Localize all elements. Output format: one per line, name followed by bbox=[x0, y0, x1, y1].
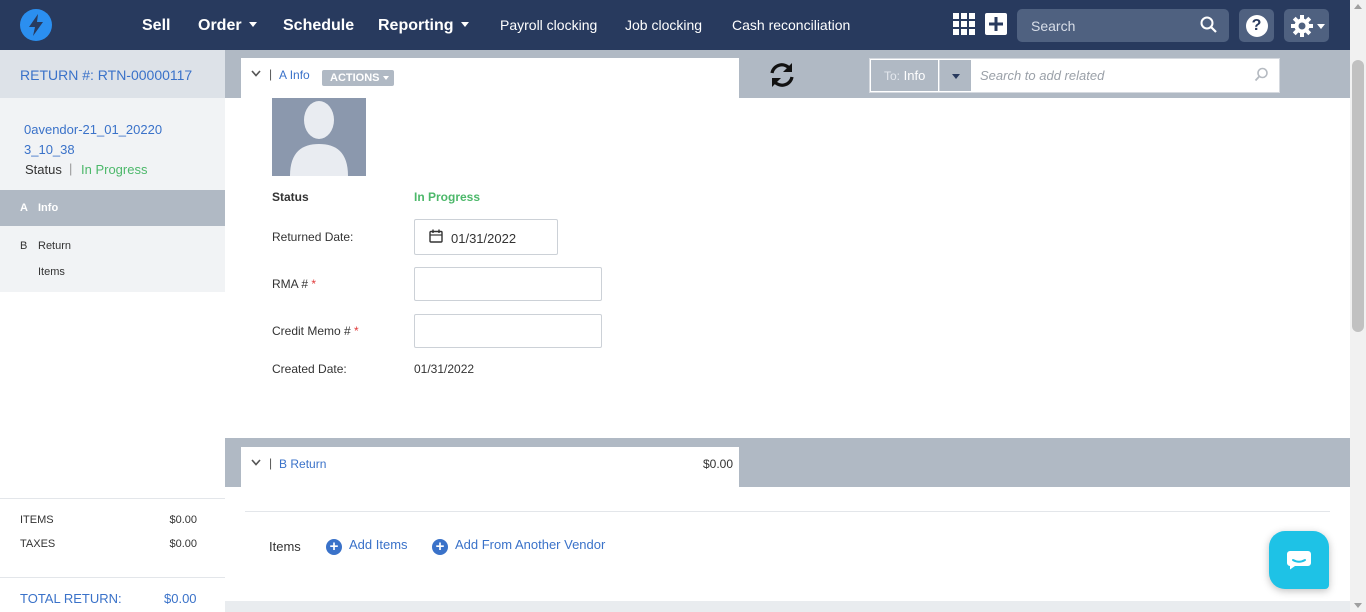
sidebar-item-info[interactable]: A Info bbox=[0, 190, 225, 226]
grand-total-row: TOTAL RETURN: $0.00 bbox=[0, 577, 225, 612]
add-items-button[interactable]: + Add Items bbox=[326, 537, 408, 555]
calendar-icon bbox=[429, 229, 443, 243]
collapse-chevron-icon[interactable] bbox=[251, 70, 261, 78]
chevron-down-icon bbox=[460, 22, 469, 27]
scroll-up-icon[interactable] bbox=[1354, 4, 1362, 9]
related-target-dropdown[interactable] bbox=[939, 60, 971, 91]
nav-schedule[interactable]: Schedule bbox=[283, 0, 354, 50]
chat-button[interactable] bbox=[1269, 531, 1329, 589]
nav-reporting[interactable]: Reporting bbox=[378, 0, 469, 50]
chevron-down-icon bbox=[1317, 24, 1325, 29]
bottom-band bbox=[225, 601, 1350, 612]
vendor-link[interactable]: 0avendor-21_01_20220 3_10_38 bbox=[24, 120, 174, 160]
section-b-title[interactable]: B Return bbox=[279, 457, 326, 471]
taxes-total-value: $0.00 bbox=[169, 538, 197, 550]
taxes-total-row: TAXES $0.00 bbox=[20, 538, 197, 550]
related-search: To: Info bbox=[869, 58, 1280, 93]
plus-circle-icon: + bbox=[432, 539, 448, 555]
nav-payroll-clocking[interactable]: Payroll clocking bbox=[500, 0, 597, 50]
return-number-header: RETURN #: RTN-00000117 bbox=[0, 50, 225, 98]
scroll-down-icon[interactable] bbox=[1354, 603, 1362, 608]
section-b-tab: | B Return $0.00 bbox=[241, 447, 739, 487]
status-badge: In Progress bbox=[81, 162, 148, 177]
created-date-label: Created Date: bbox=[272, 362, 347, 376]
status-separator: | bbox=[69, 161, 73, 176]
returned-date-label: Returned Date: bbox=[272, 230, 354, 244]
related-target-select[interactable]: To: Info bbox=[871, 60, 938, 91]
return-sidebar: RETURN #: RTN-00000117 0avendor-21_01_20… bbox=[0, 50, 225, 612]
vendor-avatar bbox=[272, 98, 366, 176]
gear-icon bbox=[1291, 15, 1313, 37]
taxes-total-label: TAXES bbox=[20, 538, 56, 550]
sidebar-item-label: Info bbox=[38, 202, 59, 214]
returned-date-value: 01/31/2022 bbox=[451, 231, 517, 246]
chevron-down-icon bbox=[952, 74, 960, 79]
sidebar-item-return[interactable]: B Return Items bbox=[0, 226, 225, 292]
refresh-icon[interactable] bbox=[767, 61, 797, 89]
rma-input[interactable] bbox=[414, 267, 602, 301]
section-divider bbox=[245, 511, 1330, 512]
collapse-chevron-icon[interactable] bbox=[251, 459, 261, 467]
section-letter: B bbox=[20, 240, 28, 252]
nav-job-clocking[interactable]: Job clocking bbox=[625, 0, 702, 50]
section-letter: A bbox=[20, 202, 28, 214]
credit-memo-input[interactable] bbox=[414, 314, 602, 348]
section-a-tab: | A Info ACTIONS bbox=[241, 58, 739, 98]
divider: | bbox=[269, 67, 273, 81]
grand-total-value: $0.00 bbox=[164, 591, 197, 606]
help-button[interactable]: ? bbox=[1239, 9, 1274, 42]
grand-total-label: TOTAL RETURN: bbox=[20, 591, 122, 606]
rma-label: RMA # * bbox=[272, 277, 317, 291]
divider: | bbox=[269, 456, 273, 470]
add-new-icon[interactable] bbox=[985, 13, 1007, 35]
actions-button[interactable]: ACTIONS bbox=[322, 70, 394, 86]
chat-bubble-icon bbox=[1287, 551, 1311, 570]
items-label: Items bbox=[269, 539, 301, 554]
items-total-value: $0.00 bbox=[169, 514, 197, 526]
status-label: Status bbox=[25, 162, 62, 177]
search-icon[interactable] bbox=[1200, 16, 1217, 33]
top-navbar: Sell Order Schedule Reporting Payroll cl… bbox=[0, 0, 1350, 50]
page-scrollbar[interactable] bbox=[1350, 0, 1366, 612]
return-totals: ITEMS $0.00 TAXES $0.00 TOTAL RETURN: $0… bbox=[0, 498, 225, 612]
vendor-summary: 0avendor-21_01_20220 3_10_38 Status | In… bbox=[0, 98, 225, 190]
return-number: RETURN #: RTN-00000117 bbox=[20, 67, 193, 83]
global-search-input[interactable] bbox=[1017, 9, 1197, 42]
chevron-down-icon bbox=[382, 76, 389, 80]
apps-grid-icon[interactable] bbox=[953, 13, 975, 35]
settings-button[interactable] bbox=[1284, 9, 1329, 42]
add-from-another-vendor-button[interactable]: + Add From Another Vendor bbox=[432, 537, 605, 555]
created-date-value: 01/31/2022 bbox=[414, 362, 475, 376]
related-search-input[interactable] bbox=[972, 59, 1252, 92]
status-label: Status bbox=[272, 190, 309, 204]
sidebar-item-items[interactable]: Items bbox=[38, 266, 65, 278]
global-search bbox=[1017, 9, 1229, 42]
nav-sell[interactable]: Sell bbox=[142, 0, 170, 50]
nav-order[interactable]: Order bbox=[198, 0, 257, 50]
items-total-row: ITEMS $0.00 bbox=[20, 514, 197, 526]
return-amount: $0.00 bbox=[702, 457, 733, 471]
items-total-label: ITEMS bbox=[20, 514, 54, 526]
help-icon: ? bbox=[1245, 14, 1268, 37]
credit-memo-label: Credit Memo # * bbox=[272, 324, 359, 338]
status-value: In Progress bbox=[414, 190, 481, 204]
chevron-down-icon bbox=[248, 22, 257, 27]
plus-circle-icon: + bbox=[326, 539, 342, 555]
search-icon[interactable] bbox=[1254, 67, 1269, 82]
returned-date-field[interactable]: 01/31/2022 bbox=[414, 219, 558, 255]
sidebar-item-label: Return bbox=[38, 240, 72, 252]
nav-cash-reconciliation[interactable]: Cash reconciliation bbox=[732, 0, 850, 50]
lightning-logo-icon[interactable] bbox=[20, 9, 52, 41]
scroll-thumb[interactable] bbox=[1352, 60, 1364, 332]
section-a-title[interactable]: A Info bbox=[279, 68, 310, 82]
